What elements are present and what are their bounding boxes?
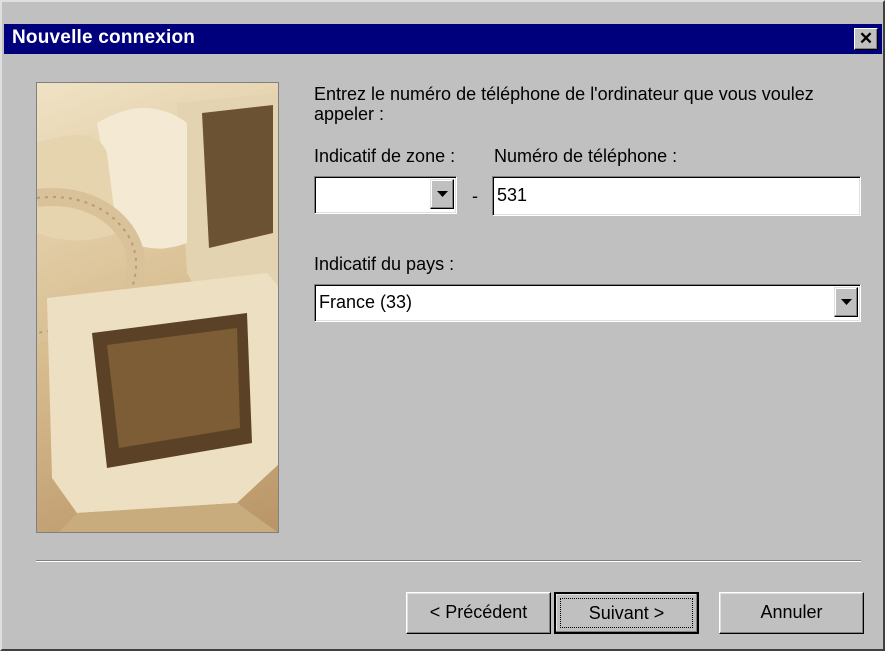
cancel-button[interactable]: Annuler <box>719 592 864 634</box>
country-dropdown-button[interactable] <box>834 287 858 317</box>
footer-separator <box>36 560 861 562</box>
area-code-dropdown-button[interactable] <box>430 179 454 209</box>
phone-number-value: 531 <box>497 185 528 205</box>
previous-button[interactable]: < Précédent <box>406 592 551 634</box>
close-button[interactable]: ✕ <box>854 28 878 50</box>
wizard-illustration <box>36 82 279 533</box>
country-code-value: France (33) <box>319 292 413 312</box>
next-button[interactable]: Suivant > <box>554 592 699 634</box>
title-bar: Nouvelle connexion ✕ <box>4 24 882 54</box>
computer-phone-illustration-icon <box>37 93 278 532</box>
area-code-label: Indicatif de zone : <box>314 146 456 166</box>
country-code-select[interactable]: France (33) <box>314 284 861 322</box>
chevron-down-icon <box>437 191 448 197</box>
next-button-label: Suivant > <box>588 603 665 623</box>
instruction-text: Entrez le numéro de téléphone de l'ordin… <box>314 84 814 124</box>
previous-button-label: < Précédent <box>429 602 528 622</box>
phone-number-label: Numéro de téléphone : <box>494 146 678 166</box>
area-phone-dash: - <box>472 186 478 206</box>
area-code-select[interactable] <box>314 176 457 214</box>
cancel-button-label: Annuler <box>760 602 823 622</box>
chevron-down-icon <box>841 299 852 305</box>
close-icon: ✕ <box>858 29 874 48</box>
phone-number-input[interactable]: 531 <box>492 176 861 216</box>
dialog-title: Nouvelle connexion <box>12 27 196 48</box>
dialog-window: Nouvelle connexion ✕ Entrez le numéro de… <box>0 0 885 651</box>
country-code-label: Indicatif du pays : <box>314 254 455 274</box>
